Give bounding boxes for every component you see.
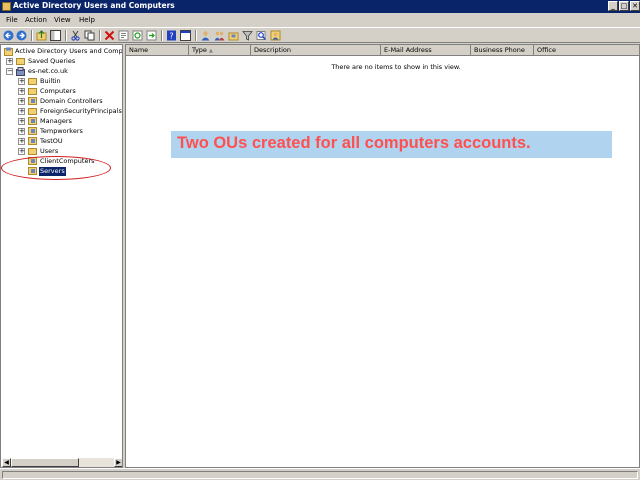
active-directory-icon (2, 2, 11, 11)
folder-icon (28, 78, 37, 85)
toolbar: ? (0, 27, 640, 43)
forward-icon[interactable] (16, 30, 27, 41)
folder-icon (28, 148, 37, 155)
tree-item-label: Computers (40, 87, 76, 95)
expand-icon[interactable]: + (18, 98, 25, 105)
menu-bar: File Action View Help (0, 14, 640, 26)
expand-icon[interactable]: + (18, 78, 25, 85)
scroll-left-icon[interactable]: ◀ (2, 458, 11, 467)
tree-item-label: es-net.co.uk (28, 67, 68, 75)
filter-icon[interactable] (242, 30, 253, 41)
toolbar-separator (99, 30, 101, 41)
sort-ascending-icon: ▲ (209, 48, 213, 54)
menu-action[interactable]: Action (25, 16, 47, 24)
cut-icon[interactable] (70, 30, 81, 41)
toolbar-separator (161, 30, 163, 41)
title-bar[interactable]: Active Directory Users and Computers _ □… (0, 0, 640, 13)
expand-icon[interactable]: + (18, 118, 25, 125)
find-icon[interactable] (256, 30, 267, 41)
ou-icon (28, 157, 37, 165)
tree-item-label: TestOU (40, 137, 63, 145)
column-header-description[interactable]: Description (251, 45, 381, 56)
expand-icon[interactable]: + (18, 88, 25, 95)
empty-list-message: There are no items to show in this view. (331, 63, 461, 71)
column-header-name[interactable]: Name (126, 45, 189, 56)
tree-item-label: Active Directory Users and Comput (15, 47, 123, 55)
console-tree[interactable]: Active Directory Users and Comput + Save… (0, 44, 123, 468)
ou-icon (28, 167, 37, 175)
refresh-icon[interactable] (132, 30, 143, 41)
folder-icon (28, 108, 37, 115)
minimize-button[interactable]: _ (608, 1, 618, 11)
tree-item-label: Saved Queries (28, 57, 76, 65)
active-directory-icon (4, 47, 13, 56)
details-pane[interactable]: Name Type ▲ Description E-Mail Address B… (125, 44, 640, 468)
annotation-text: Two OUs created for all computers accoun… (177, 134, 531, 152)
menu-help[interactable]: Help (79, 16, 95, 24)
expand-icon[interactable]: + (18, 148, 25, 155)
menu-file[interactable]: File (6, 16, 18, 24)
annotation-callout: Two OUs created for all computers accoun… (171, 131, 612, 158)
close-button[interactable]: ✕ (630, 1, 640, 11)
new-ou-icon[interactable] (228, 30, 239, 41)
new-user-icon[interactable] (200, 30, 211, 41)
tree-item-label: Builtin (40, 77, 61, 85)
scroll-thumb[interactable] (11, 458, 79, 467)
copy-icon[interactable] (84, 30, 95, 41)
status-pane (2, 471, 638, 479)
toolbar-separator (31, 30, 33, 41)
list-header: Name Type ▲ Description E-Mail Address B… (126, 45, 639, 56)
column-header-email[interactable]: E-Mail Address (381, 45, 471, 56)
column-header-type[interactable]: Type ▲ (189, 45, 251, 56)
tree-item-label: Users (40, 147, 59, 155)
maximize-button[interactable]: □ (619, 1, 629, 11)
ou-icon (28, 117, 37, 125)
toolbar-separator (65, 30, 67, 41)
column-header-business-phone[interactable]: Business Phone (471, 45, 534, 56)
tree-item-label: ForeignSecurityPrincipals (40, 107, 122, 115)
status-bar (0, 468, 640, 480)
tree-item-label: Tempworkers (40, 127, 83, 135)
help-icon[interactable]: ? (166, 30, 177, 41)
export-list-icon[interactable] (146, 30, 157, 41)
add-to-group-icon[interactable] (270, 30, 281, 41)
scroll-right-icon[interactable]: ▶ (114, 458, 122, 467)
show-hide-action-pane-icon[interactable] (180, 30, 191, 41)
new-group-icon[interactable] (214, 30, 225, 41)
ou-icon (28, 97, 37, 105)
window-title: Active Directory Users and Computers (13, 1, 175, 10)
back-icon[interactable] (3, 30, 14, 41)
properties-icon[interactable] (118, 30, 129, 41)
app-window: Active Directory Users and Computers _ □… (0, 0, 640, 480)
tree-item-label-selected: Servers (39, 167, 66, 176)
tree-item-label: Domain Controllers (40, 97, 103, 105)
expand-icon[interactable]: + (18, 138, 25, 145)
collapse-icon[interactable]: − (6, 68, 13, 75)
menu-view[interactable]: View (54, 16, 71, 24)
horizontal-scrollbar[interactable]: ◀ ▶ (2, 458, 122, 467)
domain-icon (16, 67, 25, 76)
ou-icon (28, 137, 37, 145)
delete-icon[interactable] (104, 30, 115, 41)
folder-icon (28, 88, 37, 95)
tree-item-label: Managers (40, 117, 72, 125)
expand-icon[interactable]: + (18, 108, 25, 115)
up-one-level-icon[interactable] (36, 30, 47, 41)
show-hide-console-tree-icon[interactable] (50, 30, 61, 41)
toolbar-separator (195, 30, 197, 41)
folder-icon (16, 58, 25, 65)
ou-icon (28, 127, 37, 135)
svg-text:?: ? (169, 32, 173, 41)
column-header-office[interactable]: Office (534, 45, 639, 56)
expand-icon[interactable]: + (6, 58, 13, 65)
expand-icon[interactable]: + (18, 128, 25, 135)
tree-item-label: ClientComputers (40, 157, 95, 165)
